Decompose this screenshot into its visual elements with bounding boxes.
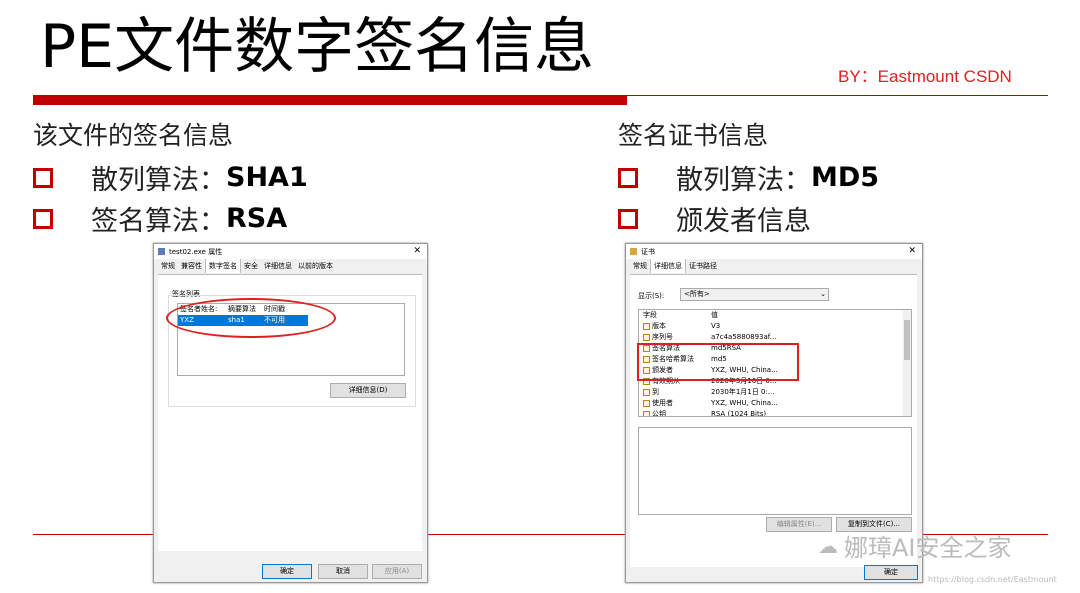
list-item[interactable]: 使用者 YXZ, WHU, China... xyxy=(639,398,911,409)
list-item[interactable]: 到 2030年1月1日 0:... xyxy=(639,387,911,398)
file-icon xyxy=(158,248,165,255)
tab-general[interactable]: 常规 xyxy=(158,259,178,273)
tab-details[interactable]: 详细信息 xyxy=(261,259,295,273)
right-bullet-2: 颁发者信息 xyxy=(618,199,811,238)
field-label: 公钥 xyxy=(652,410,666,417)
highlight-rect xyxy=(637,343,799,381)
right-heading: 签名证书信息 xyxy=(618,121,769,150)
chevron-down-icon: ⌄ xyxy=(820,290,826,298)
bullet-label: 散列算法： xyxy=(676,165,811,196)
field-name: 到 xyxy=(643,387,711,398)
dialog-title: 证书 xyxy=(641,247,655,256)
tab-digital-signatures[interactable]: 数字签名 xyxy=(205,258,241,273)
square-bullet-icon xyxy=(618,208,638,229)
tab-previous-versions[interactable]: 以前的版本 xyxy=(295,259,336,273)
close-icon[interactable]: ✕ xyxy=(908,246,916,256)
scrollbar[interactable] xyxy=(903,310,911,416)
apply-button[interactable]: 应用(A) xyxy=(372,564,422,579)
bullet-value: MD5 xyxy=(811,162,880,193)
field-icon xyxy=(643,410,650,416)
field-name: 版本 xyxy=(643,321,711,332)
field-icon xyxy=(643,399,650,407)
highlight-ellipse xyxy=(166,298,336,338)
tab-details[interactable]: 详细信息 xyxy=(650,258,686,273)
right-bullet-1: 散列算法： MD5 xyxy=(618,158,879,197)
field-value: YXZ, WHU, China... xyxy=(711,399,778,407)
field-icon xyxy=(643,333,650,341)
field-name: 序列号 xyxy=(643,332,711,343)
show-select[interactable]: <所有> ⌄ xyxy=(680,288,829,301)
wechat-icon: ☁ xyxy=(818,533,838,558)
tab-bar: 常规 详细信息 证书路径 xyxy=(626,258,922,273)
watermark: ☁ 娜璋AI安全之家 xyxy=(818,528,1012,563)
byline: BY：Eastmount CSDN xyxy=(838,67,1012,86)
column-header[interactable]: 字段 xyxy=(643,310,711,321)
list-item[interactable]: 公钥 RSA (1024 Bits) xyxy=(639,409,911,417)
close-icon[interactable]: ✕ xyxy=(413,246,421,256)
ok-button[interactable]: 确定 xyxy=(262,564,312,579)
left-heading: 该文件的签名信息 xyxy=(33,121,234,150)
properties-dialog: test02.exe 属性 ✕ 常规 兼容性 数字签名 安全 详细信息 以前的版… xyxy=(153,243,428,583)
field-label: 序列号 xyxy=(652,333,673,341)
tab-compatibility[interactable]: 兼容性 xyxy=(178,259,205,273)
field-label: 版本 xyxy=(652,322,666,330)
slide-title: PE文件数字签名信息 xyxy=(40,12,595,82)
certificate-icon xyxy=(630,248,637,255)
field-icon xyxy=(643,322,650,330)
left-bullet-1: 散列算法： SHA1 xyxy=(33,158,308,197)
title-underline-bar xyxy=(33,95,627,105)
field-name: 公钥 xyxy=(643,409,711,417)
dialog-title: test02.exe 属性 xyxy=(169,247,223,256)
list-item[interactable]: 版本 V3 xyxy=(639,321,911,332)
tab-bar: 常规 兼容性 数字签名 安全 详细信息 以前的版本 xyxy=(154,258,427,273)
show-select-value: <所有> xyxy=(684,290,710,298)
title-underline-line xyxy=(627,95,1048,96)
watermark-text: 娜璋AI安全之家 xyxy=(844,534,1012,562)
field-value: a7c4a5880893af... xyxy=(711,333,777,341)
bullet-label: 散列算法： xyxy=(91,165,226,196)
field-icon xyxy=(643,388,650,396)
details-button[interactable]: 详细信息(D) xyxy=(330,383,406,398)
cancel-button[interactable]: 取消 xyxy=(318,564,368,579)
column-header[interactable]: 值 xyxy=(711,310,718,321)
scrollbar-thumb[interactable] xyxy=(904,320,910,360)
bullet-value: RSA xyxy=(226,203,288,234)
square-bullet-icon xyxy=(33,208,53,229)
left-bullet-2: 签名算法： RSA xyxy=(33,199,287,238)
tab-general[interactable]: 常规 xyxy=(630,259,650,273)
field-name: 使用者 xyxy=(643,398,711,409)
field-value: V3 xyxy=(711,322,721,330)
tab-cert-path[interactable]: 证书路径 xyxy=(686,259,720,273)
bullet-label: 颁发者信息 xyxy=(676,206,811,237)
dialog-titlebar: test02.exe 属性 ✕ xyxy=(154,244,427,259)
tab-panel: 显示(S): <所有> ⌄ 字段 值 版本 V3 序列号 a7c4a5880893af… xyxy=(630,274,917,567)
square-bullet-icon xyxy=(618,167,638,188)
dialog-titlebar: 证书 ✕ xyxy=(626,244,922,259)
field-value: RSA (1024 Bits) xyxy=(711,410,767,417)
list-item[interactable]: 序列号 a7c4a5880893af... xyxy=(639,332,911,343)
field-value: 2030年1月1日 0:... xyxy=(711,388,775,396)
watermark-url: https://blog.csdn.net/Eastmount xyxy=(928,575,1057,584)
field-label: 到 xyxy=(652,388,659,396)
show-label: 显示(S): xyxy=(638,292,665,300)
field-label: 使用者 xyxy=(652,399,673,407)
bullet-value: SHA1 xyxy=(226,162,308,193)
square-bullet-icon xyxy=(33,167,53,188)
list-header: 字段 值 xyxy=(639,310,911,321)
value-textbox[interactable] xyxy=(638,427,912,515)
bullet-label: 签名算法： xyxy=(91,206,226,237)
ok-button[interactable]: 确定 xyxy=(864,565,918,580)
tab-security[interactable]: 安全 xyxy=(241,259,261,273)
